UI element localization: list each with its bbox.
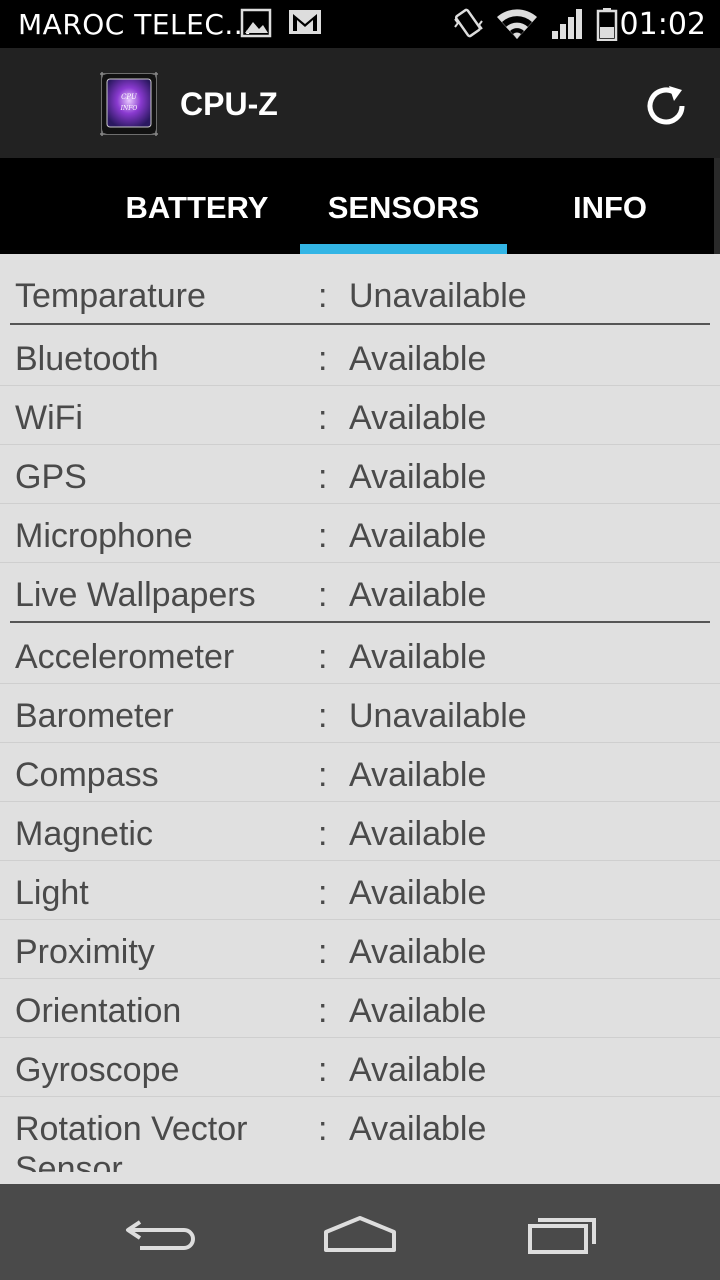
logo-text-top: CPU <box>121 93 138 101</box>
sensor-label: GPS <box>15 458 87 496</box>
tab-partial[interactable]: S <box>0 158 10 254</box>
sensor-value: Available <box>349 1051 487 1089</box>
sensor-label: Microphone <box>15 517 193 555</box>
tab-info[interactable]: INFO <box>510 158 710 254</box>
separator-colon: : <box>318 697 328 735</box>
separator-colon: : <box>318 992 328 1030</box>
sensor-value: Available <box>349 576 487 614</box>
list-item: WiFi : Available <box>0 386 720 445</box>
sensor-label: Temparature <box>15 277 206 315</box>
signal-icon <box>552 9 582 39</box>
sensor-label: Bluetooth <box>15 340 159 378</box>
separator-colon: : <box>318 517 328 555</box>
sensor-list[interactable]: Temparature : Unavailable Bluetooth : Av… <box>0 254 720 1172</box>
sensor-label: Rotation Vector Sensor <box>15 1110 248 1172</box>
sensor-value: Available <box>349 399 487 437</box>
sensor-value: Unavailable <box>349 277 527 315</box>
separator-colon: : <box>318 874 328 912</box>
separator-colon: : <box>318 638 328 676</box>
image-notification-icon <box>240 8 272 38</box>
list-item: Bluetooth : Available <box>0 325 720 386</box>
sensor-label: Light <box>15 874 89 912</box>
separator-colon: : <box>318 1051 328 1089</box>
sensor-label: Accelerometer <box>15 638 235 676</box>
separator-colon: : <box>318 1110 328 1148</box>
sensor-value: Available <box>349 933 487 971</box>
clock: 01:02 <box>619 7 706 42</box>
sensor-value: Available <box>349 992 487 1030</box>
battery-icon <box>596 8 618 41</box>
separator-colon: : <box>318 277 328 315</box>
status-bar: MAROC TELEC... 01:02 <box>0 0 720 48</box>
sensor-label: Orientation <box>15 992 182 1030</box>
sensor-value: Available <box>349 756 487 794</box>
sensor-label: Barometer <box>15 697 174 735</box>
list-item: Temparature : Unavailable <box>0 254 720 325</box>
separator-colon: : <box>318 458 328 496</box>
navigation-bar <box>0 1184 720 1280</box>
logo-text-bottom: INFO <box>120 105 138 112</box>
list-item: Orientation : Available <box>0 979 720 1038</box>
list-item: GPS : Available <box>0 445 720 504</box>
list-item: Accelerometer : Available <box>0 623 720 684</box>
list-item: Magnetic : Available <box>0 802 720 861</box>
wifi-icon <box>497 9 537 39</box>
app-title: CPU-Z <box>180 86 278 122</box>
separator-colon: : <box>318 815 328 853</box>
recent-apps-icon[interactable] <box>502 1204 622 1264</box>
list-item: Microphone : Available <box>0 504 720 563</box>
sensor-label: Magnetic <box>15 815 153 853</box>
sensor-value: Unavailable <box>349 697 527 735</box>
tab-bar: S BATTERY SENSORS INFO <box>0 158 720 254</box>
list-item: Light : Available <box>0 861 720 920</box>
sensor-label: Proximity <box>15 933 155 971</box>
cpu-chip-logo-icon: CPU INFO <box>100 72 158 136</box>
separator-colon: : <box>318 756 328 794</box>
sensor-value: Available <box>349 458 487 496</box>
tab-sensors[interactable]: SENSORS <box>300 158 507 254</box>
separator-colon: : <box>318 933 328 971</box>
refresh-icon[interactable] <box>638 78 694 134</box>
list-item: Barometer : Unavailable <box>0 684 720 743</box>
sensor-value: Available <box>349 517 487 555</box>
gmail-icon <box>289 10 321 34</box>
separator-colon: : <box>318 399 328 437</box>
sensor-value: Available <box>349 1110 487 1148</box>
list-item: Proximity : Available <box>0 920 720 979</box>
tab-bar-edge <box>714 158 720 254</box>
vibrate-icon <box>454 8 483 38</box>
selected-tab-indicator <box>300 244 507 254</box>
carrier-name: MAROC TELEC... <box>18 8 253 41</box>
list-item: Live Wallpapers : Available <box>0 563 720 623</box>
sensor-label: Live Wallpapers <box>15 576 256 614</box>
sensor-label: Compass <box>15 756 159 794</box>
list-item: Compass : Available <box>0 743 720 802</box>
list-item: Rotation Vector Sensor : Available <box>0 1097 720 1172</box>
action-bar: CPU INFO CPU-Z <box>0 48 720 158</box>
sensor-value: Available <box>349 340 487 378</box>
sensor-label: WiFi <box>15 399 83 437</box>
sensor-value: Available <box>349 874 487 912</box>
separator-colon: : <box>318 340 328 378</box>
back-icon[interactable] <box>100 1204 220 1264</box>
list-item: Gyroscope : Available <box>0 1038 720 1097</box>
sensor-label: Gyroscope <box>15 1051 180 1089</box>
separator-colon: : <box>318 576 328 614</box>
sensor-value: Available <box>349 815 487 853</box>
home-icon[interactable] <box>300 1204 420 1264</box>
sensor-value: Available <box>349 638 487 676</box>
tab-battery[interactable]: BATTERY <box>97 158 297 254</box>
